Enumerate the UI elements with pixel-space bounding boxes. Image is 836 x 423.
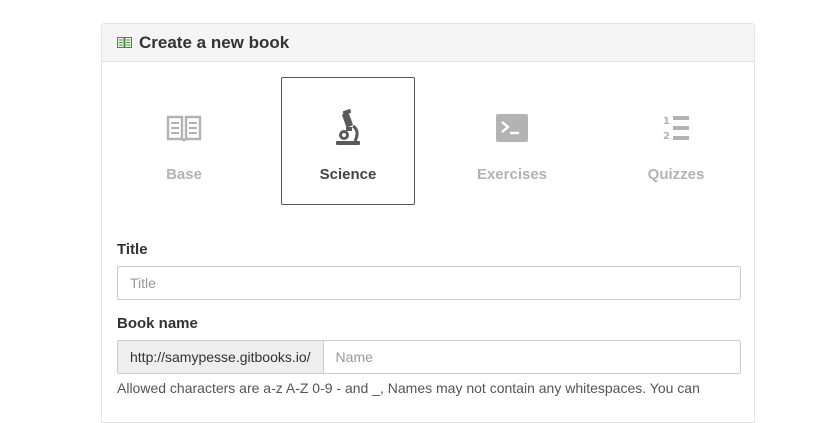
book-type-label: Quizzes: [647, 166, 705, 183]
panel-title: Create a new book: [139, 32, 290, 52]
book-type-label: Science: [319, 166, 377, 183]
book-name-url-prefix: http://samypesse.gitbooks.io/: [117, 340, 323, 374]
book-name-input[interactable]: [322, 340, 741, 374]
book-type-label: Base: [166, 166, 202, 183]
book-type-selector: Base Science Exercises 1 2 Quizzes: [117, 77, 739, 205]
book-type-label: Exercises: [476, 166, 548, 183]
book-name-help-text: Allowed characters are a-z A-Z 0-9 - and…: [117, 380, 700, 396]
book-icon: [117, 37, 133, 49]
title-input[interactable]: [117, 266, 741, 300]
svg-text:1: 1: [663, 116, 670, 127]
book-type-exercises[interactable]: Exercises: [445, 77, 579, 205]
ordered-list-icon: 1 2: [610, 108, 742, 148]
book-open-icon: [118, 108, 250, 148]
book-name-label: Book name: [117, 315, 198, 332]
book-name-input-group: http://samypesse.gitbooks.io/: [117, 340, 741, 374]
title-label: Title: [117, 241, 148, 258]
svg-text:2: 2: [663, 131, 670, 142]
terminal-icon: [446, 108, 578, 148]
book-type-science[interactable]: Science: [281, 77, 415, 205]
book-type-base[interactable]: Base: [117, 77, 251, 205]
microscope-icon: [282, 108, 414, 148]
book-type-quizzes[interactable]: 1 2 Quizzes: [609, 77, 743, 205]
create-book-panel: Create a new book Base Science Exercises…: [101, 23, 755, 423]
panel-header: Create a new book: [102, 24, 754, 62]
